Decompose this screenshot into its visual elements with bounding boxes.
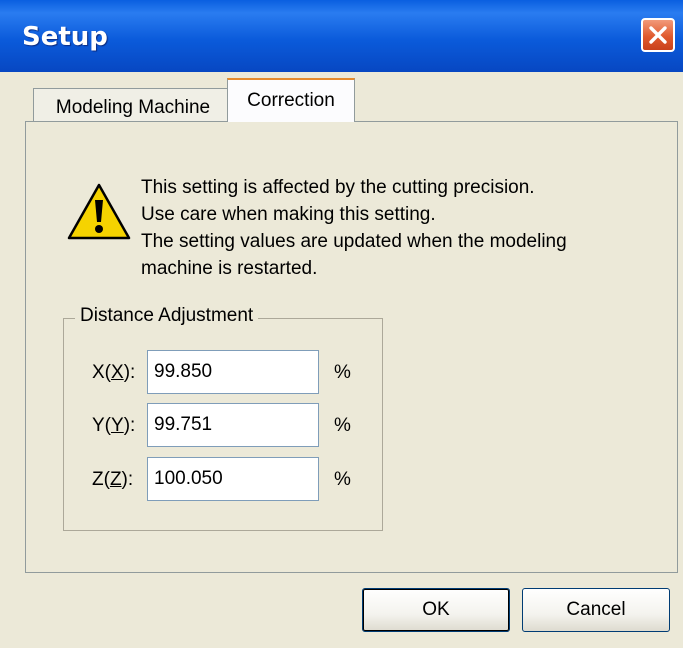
z-unit: % [334, 469, 351, 490]
close-icon [649, 26, 667, 44]
y-input[interactable] [147, 403, 319, 447]
message-line: Use care when making this setting. [141, 204, 436, 225]
y-unit: % [334, 415, 351, 436]
window-title: Setup [22, 22, 108, 52]
x-label: X(X): [92, 362, 136, 383]
z-row: Z(Z): % [64, 457, 384, 501]
y-row: Y(Y): % [64, 403, 384, 447]
z-label: Z(Z): [92, 469, 134, 490]
group-title: Distance Adjustment [75, 305, 259, 327]
correction-panel: This setting is affected by the cutting … [25, 121, 678, 573]
x-row: X(X): % [64, 350, 384, 394]
close-button[interactable] [641, 18, 675, 52]
message-line: This setting is affected by the cutting … [141, 177, 535, 198]
x-input[interactable] [147, 350, 319, 394]
ok-button[interactable]: OK [362, 588, 510, 632]
warning-icon [67, 183, 131, 240]
message-line: machine is restarted. [141, 258, 318, 279]
setup-dialog: Setup Modeling Machine Correction This s… [0, 0, 683, 648]
x-unit: % [334, 362, 351, 383]
message-line: The setting values are updated when the … [141, 231, 567, 252]
warning-message: This setting is affected by the cutting … [141, 174, 661, 282]
title-bar[interactable]: Setup [0, 0, 683, 72]
cancel-button[interactable]: Cancel [522, 588, 670, 632]
distance-adjustment-group: Distance Adjustment X(X): % Y(Y): % Z(Z)… [63, 305, 384, 531]
z-input[interactable] [147, 457, 319, 501]
tab-correction[interactable]: Correction [227, 78, 355, 122]
y-label: Y(Y): [92, 415, 136, 436]
